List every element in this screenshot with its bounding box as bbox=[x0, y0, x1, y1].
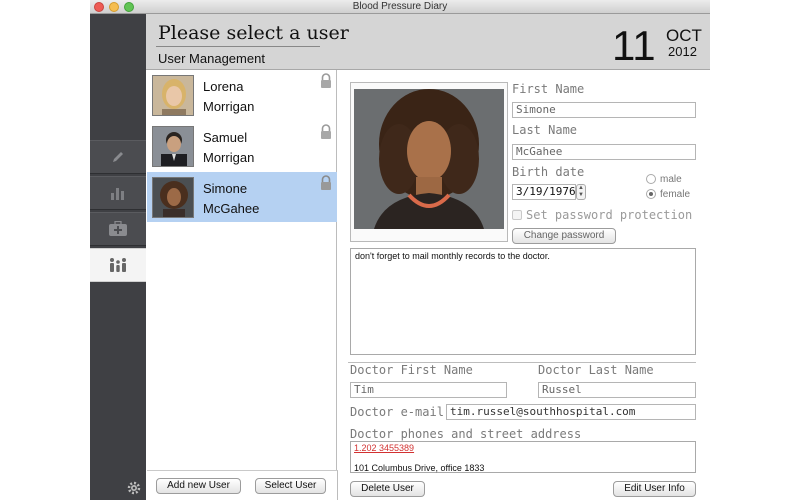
page-header: Please select a user User Management 11 … bbox=[146, 14, 710, 70]
birth-date-label: Birth date bbox=[512, 165, 585, 179]
user-last-name: McGahee bbox=[203, 201, 260, 216]
lock-icon bbox=[321, 73, 331, 88]
lock-icon bbox=[321, 175, 331, 190]
user-last-name: Morrigan bbox=[203, 99, 255, 114]
doctor-email-field[interactable]: tim.russel@southhospital.com bbox=[446, 404, 696, 420]
lock-icon bbox=[321, 124, 331, 139]
first-name-label: First Name bbox=[512, 82, 585, 96]
list-item[interactable]: Lorena Morrigan bbox=[147, 70, 337, 120]
gender-male-radio[interactable] bbox=[646, 174, 656, 184]
user-first-name: Samuel bbox=[203, 130, 248, 145]
date-year: 2012 bbox=[668, 44, 697, 59]
user-first-name: Lorena bbox=[203, 79, 244, 94]
password-protection-checkbox[interactable] bbox=[512, 210, 522, 220]
sidebar-item-users[interactable] bbox=[90, 248, 146, 282]
password-protection-label: Set password protection bbox=[526, 208, 693, 222]
select-user-button[interactable]: Select User bbox=[255, 478, 326, 494]
right-margin bbox=[710, 0, 800, 500]
delete-user-button[interactable]: Delete User bbox=[350, 481, 425, 497]
pencil-icon bbox=[113, 152, 123, 162]
user-first-name: Simone bbox=[203, 181, 248, 196]
sidebar-item-charts[interactable] bbox=[90, 176, 146, 210]
sidebar bbox=[90, 14, 146, 500]
gender-female-radio[interactable] bbox=[646, 189, 656, 199]
doctor-last-name-field[interactable]: Russel bbox=[538, 382, 696, 398]
sidebar-item-entry[interactable] bbox=[90, 140, 146, 174]
title-divider bbox=[156, 46, 320, 47]
doctor-phones-label: Doctor phones and street address bbox=[350, 427, 582, 441]
window-title: Blood Pressure Diary bbox=[352, 1, 448, 12]
last-name-label: Last Name bbox=[512, 123, 578, 137]
notes-textarea[interactable]: don't forget to mail monthly records to … bbox=[350, 248, 696, 355]
add-user-button[interactable]: Add new User bbox=[156, 478, 241, 494]
birth-date-field[interactable]: 3/19/1976 bbox=[512, 184, 576, 200]
avatar bbox=[152, 126, 194, 167]
user-photo bbox=[354, 89, 504, 229]
birth-date-stepper[interactable]: ▲ ▼ bbox=[576, 184, 586, 200]
doctor-phones-textarea[interactable]: 1.202 3455389 101 Columbus Drive, office… bbox=[350, 441, 696, 473]
date-month: OCT bbox=[666, 26, 702, 45]
page-title: Please select a user bbox=[158, 22, 349, 44]
change-password-button[interactable]: Change password bbox=[512, 228, 616, 244]
medical-kit-icon bbox=[109, 221, 127, 236]
doctor-first-name-label: Doctor First Name bbox=[350, 363, 473, 377]
list-item[interactable]: Samuel Morrigan bbox=[147, 121, 337, 171]
user-list-footer: Add new User Select User bbox=[147, 470, 338, 500]
doctor-phone-link[interactable]: 1.202 3455389 bbox=[354, 443, 692, 453]
user-photo-frame[interactable] bbox=[350, 82, 508, 242]
bar-chart-icon bbox=[111, 188, 124, 200]
user-list: Lorena Morrigan Samuel Morrigan Simone M… bbox=[147, 70, 337, 470]
last-name-field[interactable]: McGahee bbox=[512, 144, 696, 160]
doctor-first-name-field[interactable]: Tim bbox=[350, 382, 507, 398]
page-subtitle: User Management bbox=[158, 51, 265, 66]
avatar bbox=[152, 177, 194, 218]
sidebar-item-medication[interactable] bbox=[90, 212, 146, 246]
gender-female-label: female bbox=[660, 189, 691, 200]
date-day: 11 bbox=[612, 22, 656, 69]
left-margin bbox=[0, 0, 90, 500]
avatar bbox=[152, 75, 194, 116]
list-item[interactable]: Simone McGahee bbox=[147, 172, 337, 222]
gear-icon[interactable] bbox=[126, 480, 142, 496]
doctor-last-name-label: Doctor Last Name bbox=[538, 363, 654, 377]
gender-male-label: male bbox=[660, 174, 682, 185]
doctor-address-text: 101 Columbus Drive, office 1833 bbox=[354, 463, 485, 473]
first-name-field[interactable]: Simone bbox=[512, 102, 696, 118]
doctor-email-label: Doctor e-mail bbox=[350, 405, 444, 419]
user-last-name: Morrigan bbox=[203, 150, 255, 165]
edit-user-info-button[interactable]: Edit User Info bbox=[613, 481, 696, 497]
users-icon bbox=[110, 258, 126, 272]
